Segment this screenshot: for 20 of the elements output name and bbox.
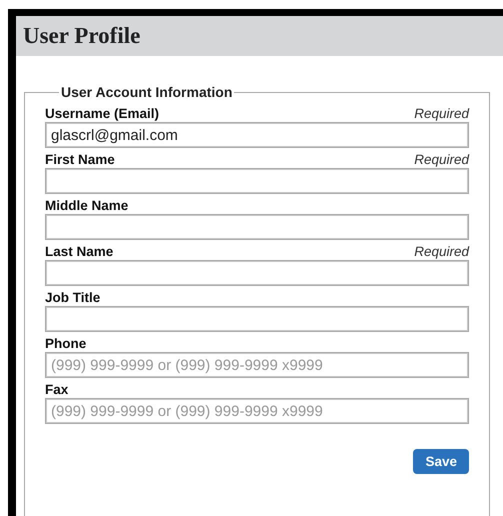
- input-field[interactable]: [45, 214, 469, 240]
- save-button[interactable]: Save: [413, 449, 469, 474]
- field-label: Fax: [45, 382, 68, 397]
- input-field[interactable]: [45, 260, 469, 286]
- field-label: Middle Name: [45, 198, 128, 213]
- input-field[interactable]: [45, 306, 469, 332]
- required-note: Required: [414, 152, 469, 167]
- field-label: First Name: [45, 152, 115, 167]
- required-note: Required: [414, 244, 469, 259]
- section-legend: User Account Information: [59, 84, 234, 100]
- field-label: Last Name: [45, 244, 114, 259]
- input-field[interactable]: (999) 999-9999 or (999) 999-9999 x9999: [45, 352, 469, 378]
- field-label: Phone: [45, 336, 86, 351]
- input-field[interactable]: [45, 168, 469, 194]
- field-label: Job Title: [45, 290, 100, 305]
- field-label: Username (Email): [45, 106, 160, 121]
- required-note: Required: [414, 106, 469, 121]
- page-title: User Profile: [23, 23, 140, 49]
- input-field[interactable]: (999) 999-9999 or (999) 999-9999 x9999: [45, 398, 469, 424]
- input-field[interactable]: glascrl@gmail.com: [45, 122, 469, 148]
